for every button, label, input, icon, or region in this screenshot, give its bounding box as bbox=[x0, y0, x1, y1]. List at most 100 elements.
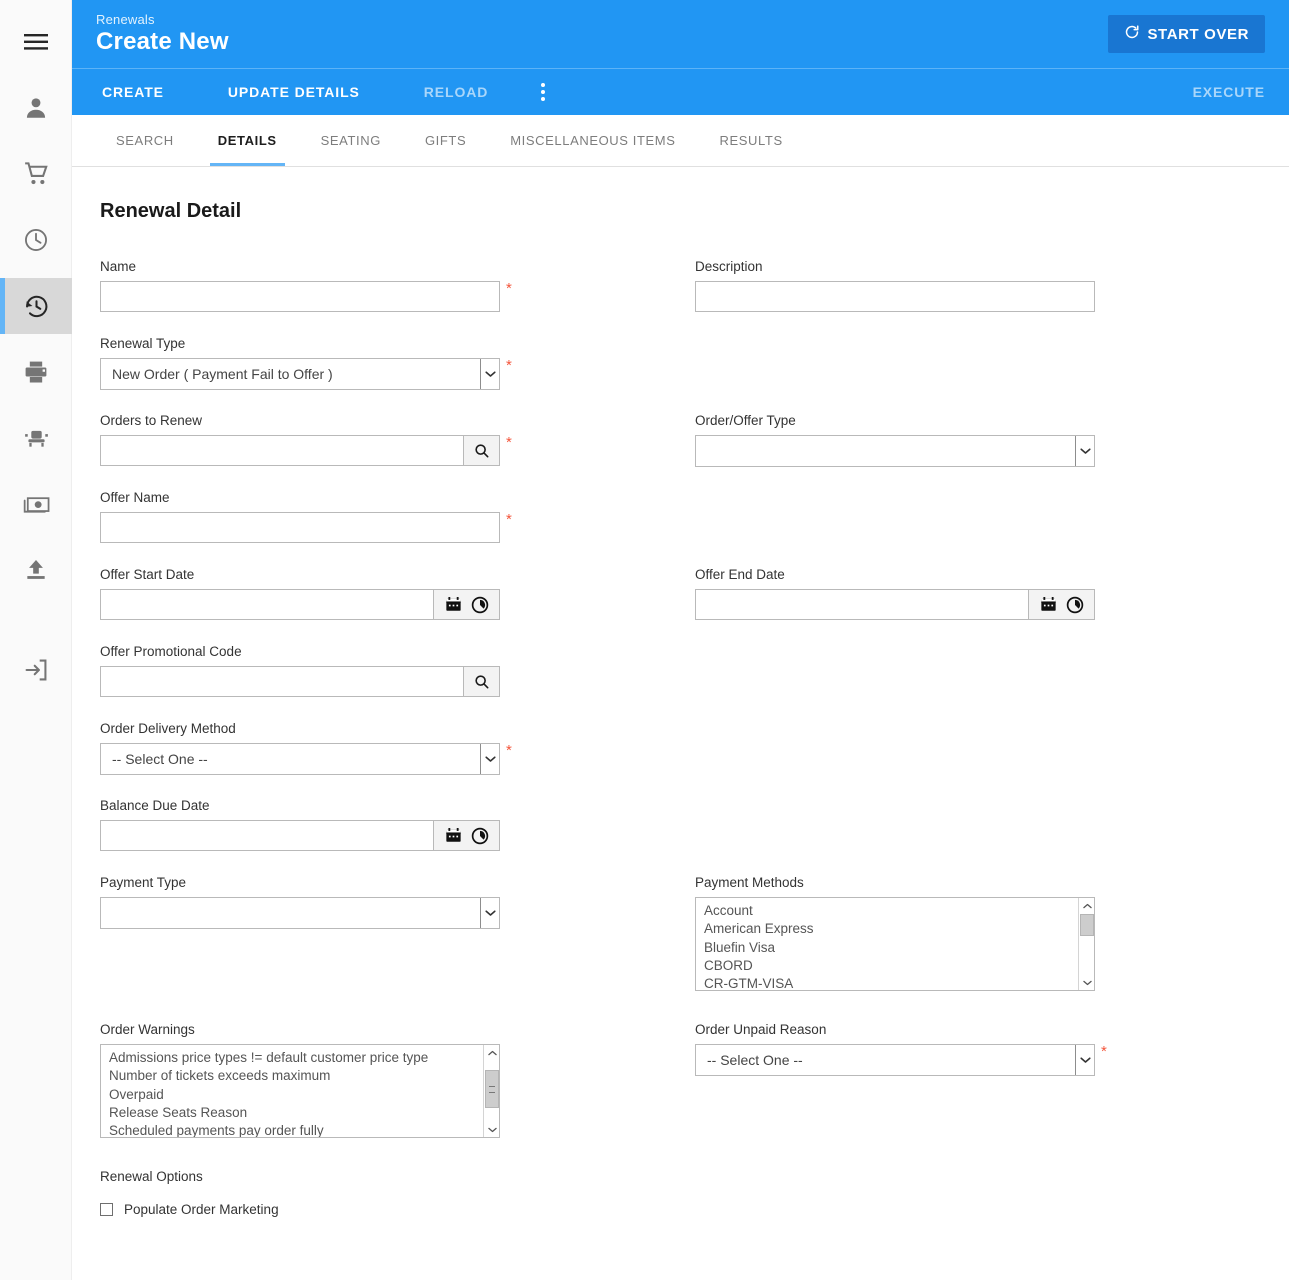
scrollbar-thumb[interactable] bbox=[485, 1070, 499, 1108]
clock-pie-icon[interactable] bbox=[471, 827, 489, 845]
search-icon bbox=[474, 443, 490, 459]
scroll-down-icon[interactable] bbox=[1079, 975, 1094, 990]
list-item[interactable]: Account bbox=[704, 902, 1077, 920]
sidebar-item-recent[interactable] bbox=[0, 212, 72, 268]
offer-end-date-picker-buttons[interactable] bbox=[1029, 589, 1095, 620]
scroll-up-icon[interactable] bbox=[484, 1045, 499, 1060]
field-description-label: Description bbox=[695, 259, 763, 274]
field-order-delivery-method-label: Order Delivery Method bbox=[100, 721, 236, 736]
form-content: Renewal Detail Name * Renewal Type New O… bbox=[72, 167, 1289, 1280]
offer-end-date-input[interactable] bbox=[695, 589, 1029, 620]
reload-action[interactable]: RELOAD bbox=[410, 69, 503, 116]
field-order-offer-type: Order/Offer Type bbox=[695, 413, 1135, 467]
field-order-warnings-label: Order Warnings bbox=[100, 1022, 195, 1037]
create-action[interactable]: CREATE bbox=[88, 69, 178, 116]
orders-to-renew-required-marker: * bbox=[506, 434, 512, 451]
calendar-icon[interactable] bbox=[1040, 596, 1057, 613]
tab-search[interactable]: SEARCH bbox=[94, 115, 196, 166]
upload-icon bbox=[23, 557, 49, 583]
person-icon bbox=[23, 95, 49, 121]
order-offer-type-select[interactable] bbox=[695, 435, 1095, 467]
list-item[interactable]: Number of tickets exceeds maximum bbox=[109, 1067, 482, 1085]
sidebar-item-cart[interactable] bbox=[0, 146, 72, 202]
field-order-unpaid-reason: Order Unpaid Reason -- Select One -- * bbox=[695, 1022, 1135, 1076]
tab-gifts[interactable]: GIFTS bbox=[403, 115, 488, 166]
order-warnings-listbox[interactable]: Admissions price types != default custom… bbox=[100, 1044, 500, 1138]
clock-icon bbox=[23, 227, 49, 253]
sidebar-item-payments[interactable] bbox=[0, 476, 72, 532]
field-renewal-type: Renewal Type New Order ( Payment Fail to… bbox=[100, 336, 540, 390]
sidebar-item-renewals[interactable] bbox=[0, 278, 72, 334]
hamburger-menu-icon bbox=[23, 32, 49, 52]
renewal-type-select[interactable]: New Order ( Payment Fail to Offer ) bbox=[100, 358, 500, 390]
search-icon bbox=[474, 674, 490, 690]
list-item[interactable]: CBORD bbox=[704, 957, 1077, 975]
offer-promotional-code-search-button[interactable] bbox=[464, 666, 500, 697]
field-payment-type: Payment Type bbox=[100, 875, 540, 929]
orders-to-renew-search-button[interactable] bbox=[464, 435, 500, 466]
scroll-down-icon[interactable] bbox=[484, 1122, 499, 1137]
calendar-icon[interactable] bbox=[445, 596, 462, 613]
update-details-action[interactable]: UPDATE DETAILS bbox=[214, 69, 374, 116]
sidebar-item-seating[interactable] bbox=[0, 410, 72, 466]
list-item[interactable]: American Express bbox=[704, 920, 1077, 938]
sidebar-item-print[interactable] bbox=[0, 344, 72, 400]
order-delivery-method-select[interactable]: -- Select One -- bbox=[100, 743, 500, 775]
offer-name-input[interactable] bbox=[100, 512, 500, 543]
populate-order-marketing-label[interactable]: Populate Order Marketing bbox=[124, 1202, 279, 1217]
offer-name-required-marker: * bbox=[506, 511, 512, 528]
field-offer-name: Offer Name * bbox=[100, 490, 540, 543]
payment-type-select[interactable] bbox=[100, 897, 500, 929]
list-item[interactable]: Overpaid bbox=[109, 1086, 482, 1104]
list-item[interactable]: Scheduled payments pay order fully bbox=[109, 1122, 482, 1137]
field-name: Name * bbox=[100, 259, 540, 312]
list-item[interactable]: Admissions price types != default custom… bbox=[109, 1049, 482, 1067]
populate-order-marketing-checkbox[interactable] bbox=[100, 1203, 113, 1216]
offer-start-date-input[interactable] bbox=[100, 589, 434, 620]
sidebar-item-logout[interactable] bbox=[0, 642, 72, 698]
cash-money-icon bbox=[23, 492, 50, 516]
tab-results[interactable]: RESULTS bbox=[698, 115, 805, 166]
tab-miscellaneous-items[interactable]: MISCELLANEOUS ITEMS bbox=[488, 115, 697, 166]
scrollbar-thumb[interactable] bbox=[1080, 914, 1094, 936]
sidebar-item-customer[interactable] bbox=[0, 80, 72, 136]
sidebar-item-menu-toggle[interactable] bbox=[0, 14, 72, 70]
field-offer-start-date: Offer Start Date bbox=[100, 567, 540, 620]
order-unpaid-reason-required-marker: * bbox=[1101, 1043, 1107, 1060]
order-warnings-scrollbar[interactable] bbox=[483, 1045, 499, 1137]
tab-seating[interactable]: SEATING bbox=[299, 115, 403, 166]
field-orders-to-renew-label: Orders to Renew bbox=[100, 413, 203, 428]
execute-action[interactable]: EXECUTE bbox=[1193, 84, 1265, 100]
field-order-unpaid-reason-label: Order Unpaid Reason bbox=[695, 1022, 827, 1037]
offer-promotional-code-input[interactable] bbox=[100, 666, 464, 697]
field-balance-due-date-label: Balance Due Date bbox=[100, 798, 210, 813]
payment-methods-scrollbar[interactable] bbox=[1078, 898, 1094, 990]
field-offer-promotional-code: Offer Promotional Code bbox=[100, 644, 540, 697]
clock-pie-icon[interactable] bbox=[471, 596, 489, 614]
kebab-menu-icon[interactable] bbox=[530, 69, 556, 116]
sidebar-item-upload[interactable] bbox=[0, 542, 72, 598]
start-over-button[interactable]: START OVER bbox=[1108, 15, 1265, 53]
breadcrumb[interactable]: Renewals bbox=[96, 12, 155, 27]
field-order-warnings: Order Warnings Admissions price types !=… bbox=[100, 1022, 540, 1138]
field-payment-methods: Payment Methods Account American Express… bbox=[695, 875, 1135, 991]
field-offer-promotional-code-label: Offer Promotional Code bbox=[100, 644, 242, 659]
order-unpaid-reason-select[interactable]: -- Select One -- bbox=[695, 1044, 1095, 1076]
offer-start-date-picker-buttons[interactable] bbox=[434, 589, 500, 620]
tab-details[interactable]: DETAILS bbox=[196, 115, 299, 166]
balance-due-date-input[interactable] bbox=[100, 820, 434, 851]
name-input[interactable] bbox=[100, 281, 500, 312]
scroll-up-icon[interactable] bbox=[1079, 898, 1094, 913]
list-item[interactable]: Bluefin Visa bbox=[704, 939, 1077, 957]
orders-to-renew-input[interactable] bbox=[100, 435, 464, 466]
list-item[interactable]: CR-GTM-VISA bbox=[704, 975, 1077, 990]
field-description: Description bbox=[695, 259, 1135, 312]
calendar-icon[interactable] bbox=[445, 827, 462, 844]
clock-pie-icon[interactable] bbox=[1066, 596, 1084, 614]
list-item[interactable]: Release Seats Reason bbox=[109, 1104, 482, 1122]
field-renewal-options: Renewal Options Populate Order Marketing bbox=[100, 1169, 540, 1217]
balance-due-date-picker-buttons[interactable] bbox=[434, 820, 500, 851]
payment-methods-listbox[interactable]: Account American Express Bluefin Visa CB… bbox=[695, 897, 1095, 991]
description-input[interactable] bbox=[695, 281, 1095, 312]
tab-bar: SEARCH DETAILS SEATING GIFTS MISCELLANEO… bbox=[72, 115, 1289, 167]
